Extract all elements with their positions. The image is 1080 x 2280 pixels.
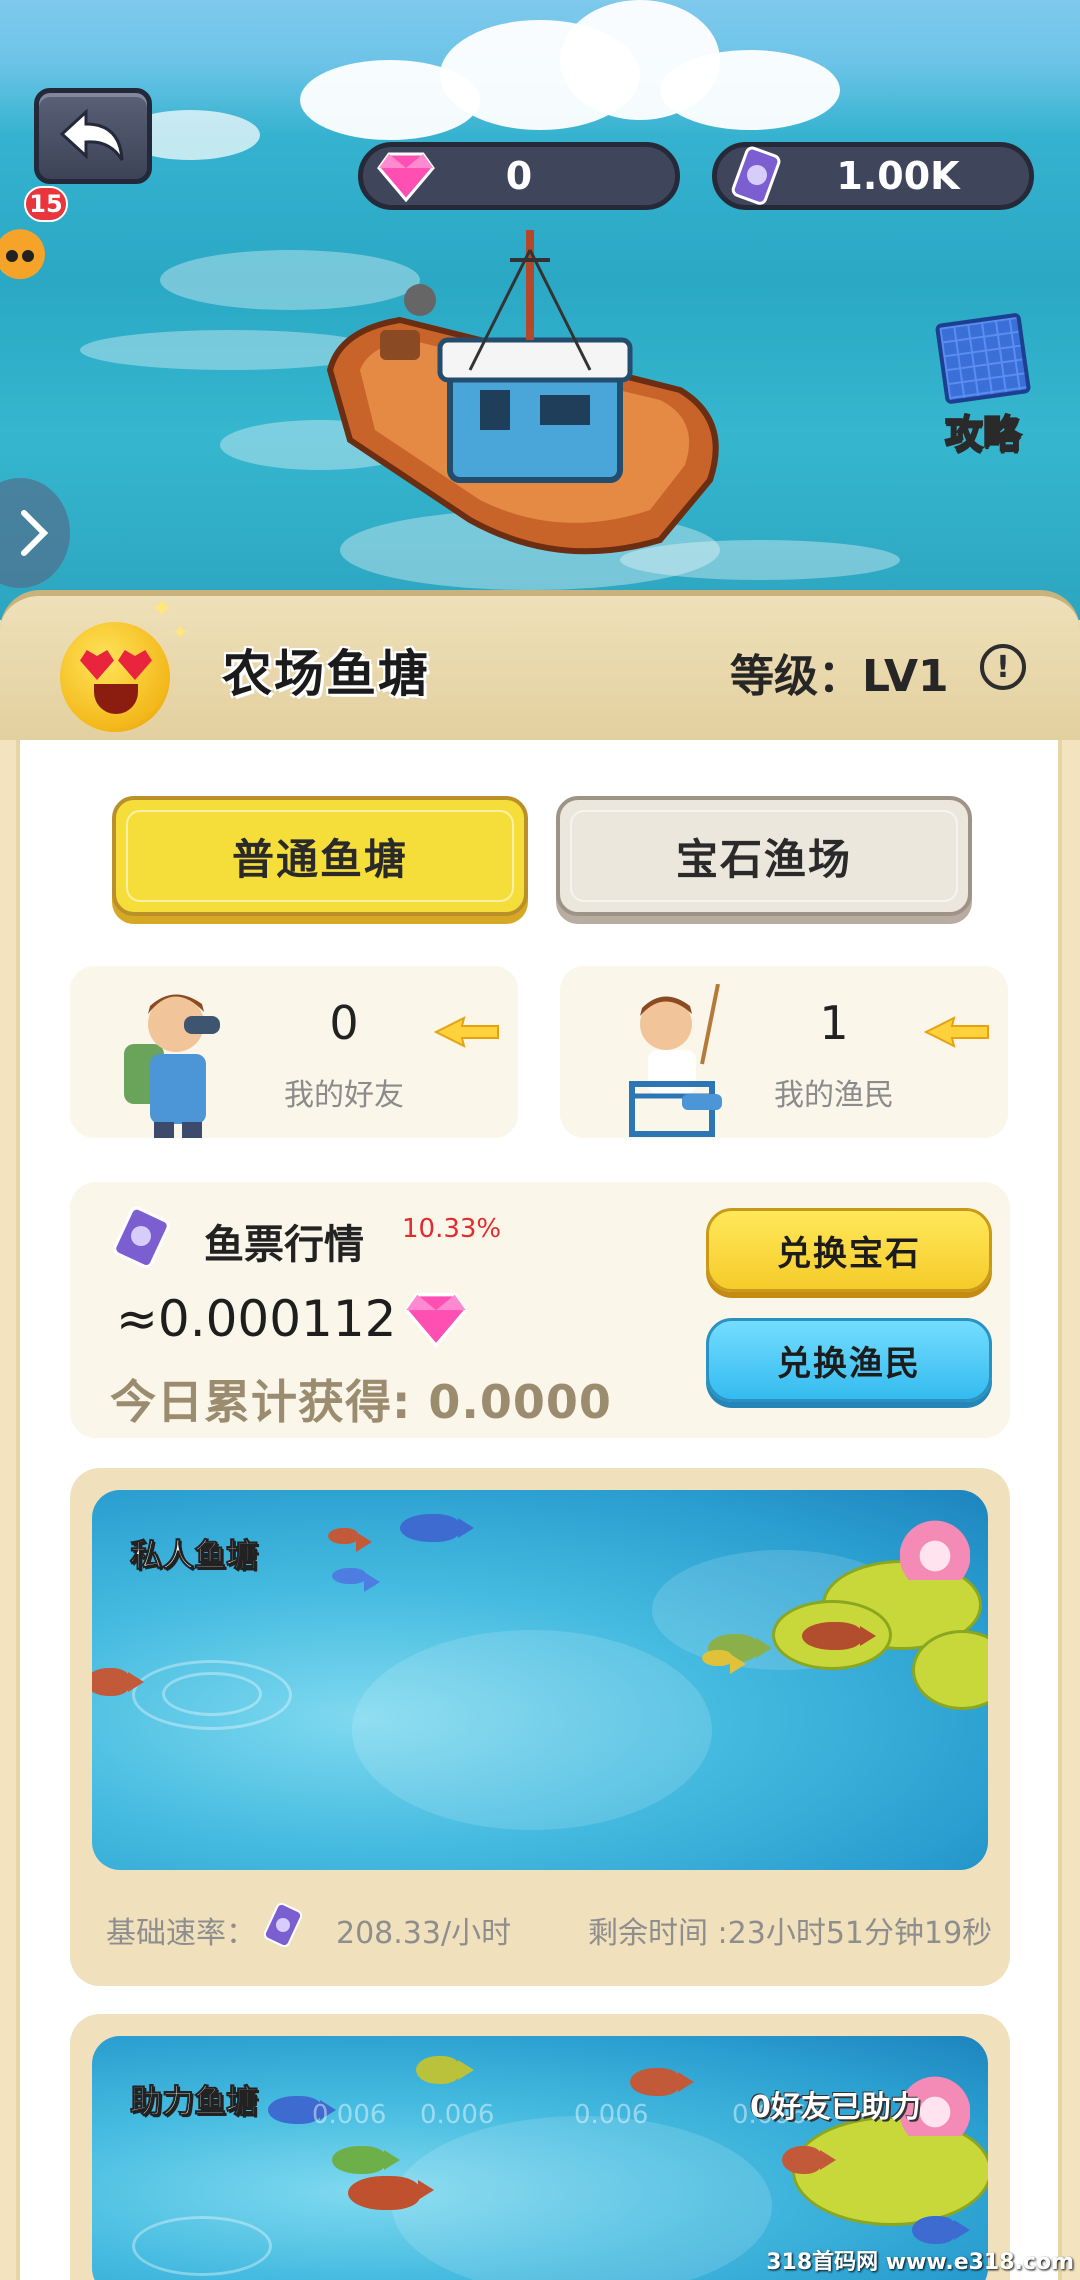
help-slot-value: 0.006 [312, 2100, 387, 2130]
fish-icon [332, 2146, 400, 2174]
friends-label: 我的好友 [284, 1078, 404, 1113]
ticket-balance: 1.00K [712, 142, 1034, 210]
fish-ticket-icon [113, 1206, 170, 1268]
fish-icon [328, 1528, 372, 1552]
tab-normal-pond[interactable]: 普通鱼塘 [112, 796, 528, 916]
fishers-count: 1 [819, 996, 849, 1050]
fish-ticket-icon [263, 1902, 303, 1948]
ticket-count: 1.00K [836, 154, 960, 198]
friends-card[interactable]: 0 我的好友 [70, 966, 518, 1138]
fishers-card[interactable]: 1 我的渔民 [560, 966, 1008, 1138]
exchange-fisher-button[interactable]: 兑换渔民 [706, 1318, 992, 1402]
market-title: 鱼票行情 [204, 1222, 364, 1268]
fish-icon [802, 1622, 876, 1650]
fish-icon [702, 1650, 746, 1674]
watermark: 318首码网 www.e318.com [766, 2250, 1074, 2275]
lotus-icon [900, 1520, 970, 1580]
base-rate-value: 208.33/小时 [336, 1916, 512, 1951]
fish-icon [912, 2216, 970, 2244]
strategy-label: 攻略 [944, 411, 1022, 457]
ticket-rate: ≈0.000112 [116, 1290, 397, 1348]
chevron-right-icon [21, 510, 48, 556]
private-pond-caption: 私人鱼塘 [129, 1536, 259, 1575]
today-total: 今日累计获得: 0.0000 [110, 1375, 612, 1429]
gem-icon [404, 1293, 468, 1348]
fish-icon [630, 2068, 694, 2096]
fish-icon [416, 2056, 474, 2084]
sparkle-icon: ✦ [150, 592, 174, 625]
strategy-button[interactable]: 攻略 [924, 312, 1042, 458]
back-button[interactable] [34, 88, 152, 184]
heart-eyes-emoji-icon [60, 622, 170, 732]
help-pond-caption: 助力鱼塘 [129, 2082, 259, 2121]
remaining-time: 剩余时间 :23小时51分钟19秒 [588, 1916, 993, 1951]
fishers-label: 我的渔民 [774, 1078, 894, 1113]
tiger-avatar-icon[interactable] [0, 220, 50, 296]
gem-balance: 0 [358, 142, 680, 210]
fish-ticket-icon [731, 146, 781, 205]
level-label: 等级：LV1 [730, 651, 949, 702]
tab-gem-fishery[interactable]: 宝石渔场 [556, 796, 972, 916]
exchange-gem-button[interactable]: 兑换宝石 [706, 1208, 992, 1292]
help-slot-value: 0.006 [574, 2100, 649, 2130]
base-rate-label: 基础速率： [106, 1916, 256, 1951]
fishing-boat [326, 230, 720, 590]
kid-binoculars-icon [124, 994, 220, 1138]
info-icon[interactable]: ! [980, 644, 1026, 690]
gem-count: 0 [505, 154, 533, 198]
arrow-left-icon [434, 1016, 499, 1048]
kid-fishing-icon [629, 984, 722, 1137]
help-slot-value: 0.006 [420, 2100, 495, 2130]
fish-icon [782, 2146, 836, 2174]
notification-badge: 15 [24, 186, 68, 222]
arrow-left-icon [924, 1016, 989, 1048]
gem-icon [377, 152, 435, 202]
fish-icon [400, 1514, 474, 1542]
fish-icon [92, 1668, 144, 1696]
sea-scene [0, 0, 1080, 620]
sparkle-icon: ✦ [172, 620, 189, 644]
fish-icon [348, 2176, 434, 2210]
blueprint-icon [934, 312, 1032, 405]
fish-icon [332, 1568, 380, 1592]
friends-count: 0 [329, 996, 359, 1050]
back-arrow-icon [59, 108, 124, 161]
help-status: 0好友已助力 [750, 2090, 921, 2125]
pond-title: 农场鱼塘 [222, 645, 430, 703]
market-change: 10.33% [402, 1214, 502, 1244]
